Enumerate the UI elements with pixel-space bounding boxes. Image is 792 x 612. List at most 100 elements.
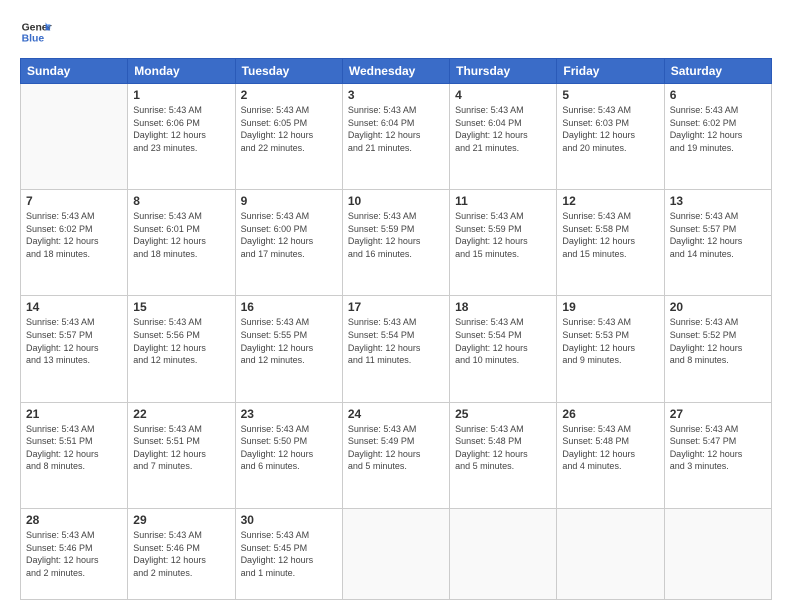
day-info: Sunrise: 5:43 AM Sunset: 6:05 PM Dayligh… xyxy=(241,104,337,154)
weekday-header-sunday: Sunday xyxy=(21,59,128,84)
day-number: 20 xyxy=(670,300,766,314)
calendar-week-row: 21 Sunrise: 5:43 AM Sunset: 5:51 PM Dayli… xyxy=(21,402,772,508)
calendar-cell: 29 Sunrise: 5:43 AM Sunset: 5:46 PM Dayli… xyxy=(128,508,235,599)
day-info: Sunrise: 5:43 AM Sunset: 5:57 PM Dayligh… xyxy=(26,316,122,366)
day-info: Sunrise: 5:43 AM Sunset: 5:53 PM Dayligh… xyxy=(562,316,658,366)
calendar-cell xyxy=(664,508,771,599)
calendar-cell: 6 Sunrise: 5:43 AM Sunset: 6:02 PM Daylig… xyxy=(664,84,771,190)
day-number: 9 xyxy=(241,194,337,208)
calendar-cell xyxy=(342,508,449,599)
day-info: Sunrise: 5:43 AM Sunset: 6:00 PM Dayligh… xyxy=(241,210,337,260)
day-number: 13 xyxy=(670,194,766,208)
day-number: 15 xyxy=(133,300,229,314)
day-info: Sunrise: 5:43 AM Sunset: 5:48 PM Dayligh… xyxy=(455,423,551,473)
day-info: Sunrise: 5:43 AM Sunset: 6:03 PM Dayligh… xyxy=(562,104,658,154)
calendar-cell: 10 Sunrise: 5:43 AM Sunset: 5:59 PM Dayli… xyxy=(342,190,449,296)
calendar-cell: 26 Sunrise: 5:43 AM Sunset: 5:48 PM Dayli… xyxy=(557,402,664,508)
calendar-cell: 17Sunrise: 5:43 AM Sunset: 5:54 PM Dayli… xyxy=(342,296,449,402)
calendar-cell: 21 Sunrise: 5:43 AM Sunset: 5:51 PM Dayli… xyxy=(21,402,128,508)
calendar-cell: 18 Sunrise: 5:43 AM Sunset: 5:54 PM Dayli… xyxy=(450,296,557,402)
day-info: Sunrise: 5:43 AM Sunset: 6:02 PM Dayligh… xyxy=(26,210,122,260)
calendar-cell: 24Sunrise: 5:43 AM Sunset: 5:49 PM Dayli… xyxy=(342,402,449,508)
day-info: Sunrise: 5:43 AM Sunset: 6:06 PM Dayligh… xyxy=(133,104,229,154)
day-info: Sunrise: 5:43 AM Sunset: 5:56 PM Dayligh… xyxy=(133,316,229,366)
day-info: Sunrise: 5:43 AM Sunset: 5:55 PM Dayligh… xyxy=(241,316,337,366)
day-info: Sunrise: 5:43 AM Sunset: 5:50 PM Dayligh… xyxy=(241,423,337,473)
weekday-header-tuesday: Tuesday xyxy=(235,59,342,84)
calendar-cell xyxy=(557,508,664,599)
day-number: 2 xyxy=(241,88,337,102)
day-info: Sunrise: 5:43 AM Sunset: 6:04 PM Dayligh… xyxy=(455,104,551,154)
day-number: 5 xyxy=(562,88,658,102)
calendar-week-row: 1Sunrise: 5:43 AM Sunset: 6:06 PM Daylig… xyxy=(21,84,772,190)
calendar-table: SundayMondayTuesdayWednesdayThursdayFrid… xyxy=(20,58,772,600)
header: General Blue xyxy=(20,16,772,48)
calendar-cell: 25 Sunrise: 5:43 AM Sunset: 5:48 PM Dayli… xyxy=(450,402,557,508)
day-number: 18 xyxy=(455,300,551,314)
day-number: 25 xyxy=(455,407,551,421)
day-number: 12 xyxy=(562,194,658,208)
day-info: Sunrise: 5:43 AM Sunset: 5:59 PM Dayligh… xyxy=(348,210,444,260)
generalblue-logo-icon: General Blue xyxy=(20,16,52,48)
day-info: Sunrise: 5:43 AM Sunset: 6:04 PM Dayligh… xyxy=(348,104,444,154)
day-number: 8 xyxy=(133,194,229,208)
calendar-cell: 15 Sunrise: 5:43 AM Sunset: 5:56 PM Dayli… xyxy=(128,296,235,402)
day-number: 21 xyxy=(26,407,122,421)
calendar-cell: 1Sunrise: 5:43 AM Sunset: 6:06 PM Daylig… xyxy=(128,84,235,190)
day-number: 29 xyxy=(133,513,229,527)
weekday-header-row: SundayMondayTuesdayWednesdayThursdayFrid… xyxy=(21,59,772,84)
day-info: Sunrise: 5:43 AM Sunset: 5:46 PM Dayligh… xyxy=(26,529,122,579)
day-info: Sunrise: 5:43 AM Sunset: 5:51 PM Dayligh… xyxy=(26,423,122,473)
day-number: 4 xyxy=(455,88,551,102)
calendar-cell: 4 Sunrise: 5:43 AM Sunset: 6:04 PM Daylig… xyxy=(450,84,557,190)
calendar-cell: 5 Sunrise: 5:43 AM Sunset: 6:03 PM Daylig… xyxy=(557,84,664,190)
day-number: 7 xyxy=(26,194,122,208)
calendar-cell: 19Sunrise: 5:43 AM Sunset: 5:53 PM Dayli… xyxy=(557,296,664,402)
calendar-cell: 12 Sunrise: 5:43 AM Sunset: 5:58 PM Dayli… xyxy=(557,190,664,296)
day-number: 28 xyxy=(26,513,122,527)
day-number: 27 xyxy=(670,407,766,421)
day-info: Sunrise: 5:43 AM Sunset: 5:54 PM Dayligh… xyxy=(455,316,551,366)
day-info: Sunrise: 5:43 AM Sunset: 5:59 PM Dayligh… xyxy=(455,210,551,260)
calendar-cell: 30 Sunrise: 5:43 AM Sunset: 5:45 PM Dayli… xyxy=(235,508,342,599)
calendar-cell: 9 Sunrise: 5:43 AM Sunset: 6:00 PM Daylig… xyxy=(235,190,342,296)
day-info: Sunrise: 5:43 AM Sunset: 5:47 PM Dayligh… xyxy=(670,423,766,473)
day-info: Sunrise: 5:43 AM Sunset: 6:02 PM Dayligh… xyxy=(670,104,766,154)
calendar-cell: 8Sunrise: 5:43 AM Sunset: 6:01 PM Daylig… xyxy=(128,190,235,296)
calendar-cell: 13 Sunrise: 5:43 AM Sunset: 5:57 PM Dayli… xyxy=(664,190,771,296)
day-number: 30 xyxy=(241,513,337,527)
day-info: Sunrise: 5:43 AM Sunset: 5:57 PM Dayligh… xyxy=(670,210,766,260)
day-number: 3 xyxy=(348,88,444,102)
calendar-cell: 23 Sunrise: 5:43 AM Sunset: 5:50 PM Dayli… xyxy=(235,402,342,508)
day-info: Sunrise: 5:43 AM Sunset: 5:58 PM Dayligh… xyxy=(562,210,658,260)
weekday-header-wednesday: Wednesday xyxy=(342,59,449,84)
day-number: 6 xyxy=(670,88,766,102)
day-number: 22 xyxy=(133,407,229,421)
calendar-cell: 27 Sunrise: 5:43 AM Sunset: 5:47 PM Dayli… xyxy=(664,402,771,508)
calendar-cell: 28 Sunrise: 5:43 AM Sunset: 5:46 PM Dayli… xyxy=(21,508,128,599)
day-info: Sunrise: 5:43 AM Sunset: 5:45 PM Dayligh… xyxy=(241,529,337,579)
weekday-header-friday: Friday xyxy=(557,59,664,84)
day-number: 23 xyxy=(241,407,337,421)
calendar-week-row: 28 Sunrise: 5:43 AM Sunset: 5:46 PM Dayli… xyxy=(21,508,772,599)
calendar-cell: 22Sunrise: 5:43 AM Sunset: 5:51 PM Dayli… xyxy=(128,402,235,508)
calendar-cell: 2 Sunrise: 5:43 AM Sunset: 6:05 PM Daylig… xyxy=(235,84,342,190)
day-number: 24 xyxy=(348,407,444,421)
calendar-cell: 3 Sunrise: 5:43 AM Sunset: 6:04 PM Daylig… xyxy=(342,84,449,190)
weekday-header-saturday: Saturday xyxy=(664,59,771,84)
day-info: Sunrise: 5:43 AM Sunset: 5:48 PM Dayligh… xyxy=(562,423,658,473)
day-info: Sunrise: 5:43 AM Sunset: 5:46 PM Dayligh… xyxy=(133,529,229,579)
weekday-header-monday: Monday xyxy=(128,59,235,84)
day-number: 10 xyxy=(348,194,444,208)
calendar-cell xyxy=(21,84,128,190)
calendar-cell: 11Sunrise: 5:43 AM Sunset: 5:59 PM Dayli… xyxy=(450,190,557,296)
day-number: 16 xyxy=(241,300,337,314)
calendar-cell: 7 Sunrise: 5:43 AM Sunset: 6:02 PM Daylig… xyxy=(21,190,128,296)
calendar-cell xyxy=(450,508,557,599)
page: General Blue SundayMondayTuesdayWednesda… xyxy=(0,0,792,612)
day-number: 26 xyxy=(562,407,658,421)
svg-text:Blue: Blue xyxy=(22,34,45,45)
day-number: 17 xyxy=(348,300,444,314)
weekday-header-thursday: Thursday xyxy=(450,59,557,84)
logo: General Blue xyxy=(20,16,52,48)
